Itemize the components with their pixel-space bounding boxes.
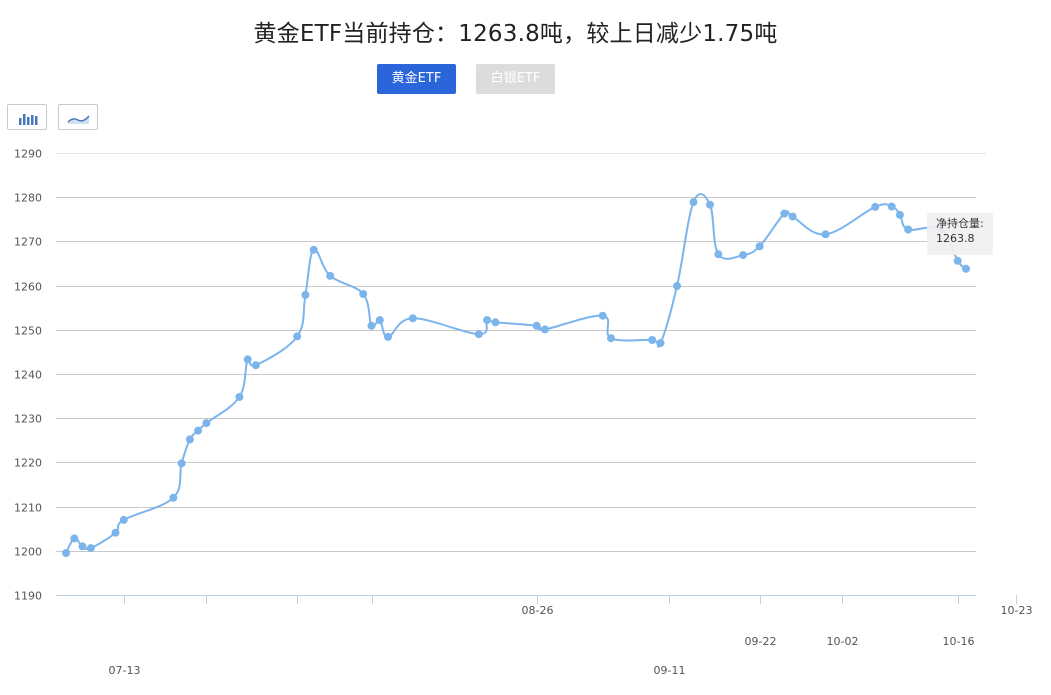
data-point [887,202,896,211]
data-point [656,339,665,348]
y-tick-label: 1270 [14,236,42,249]
data-point [235,393,244,401]
line-chart: 1190 1200 1210 1220 1230 1240 1250 1260 1270 1280… [14,148,1033,678]
data-point [309,245,318,254]
data-point [788,212,797,221]
data-point [251,361,260,370]
x-tick-label: 10-23 [1001,604,1033,617]
y-tick-label: 1200 [14,546,42,559]
data-point [871,202,880,211]
data-point [326,271,335,280]
data-point [62,549,70,557]
data-point [483,316,492,325]
data-point [953,256,962,265]
y-tick-label: 1280 [14,192,42,205]
y-tick-label: 1220 [14,457,42,470]
tooltip: 净持仓量: 1263.8 [927,213,993,255]
data-point [714,250,723,259]
data-point [904,225,913,234]
data-point [607,334,615,343]
data-point [780,209,789,218]
y-tick-label: 1230 [14,413,42,426]
y-tick-label: 1240 [14,369,42,382]
data-point [177,459,186,468]
data-point [111,528,120,537]
data-point [598,311,607,320]
y-tick-label: 1260 [14,281,42,294]
data-point [474,330,483,339]
data-point [202,419,211,428]
data-point [375,316,384,325]
y-tick-label: 1210 [14,502,42,515]
x-tick-label: 10-02 [827,635,859,648]
tooltip-value: 1263.8 [936,232,975,245]
data-point [86,544,95,553]
data-point [243,355,252,364]
x-tick-label: 09-22 [745,635,777,648]
series-line [65,192,967,554]
data-point [491,318,500,327]
data-point [185,435,194,444]
data-point [821,230,830,239]
data-point [540,325,549,334]
x-tick-label: 10-16 [943,635,975,648]
x-tick-label: 08-26 [522,604,554,617]
y-tick-label: 1250 [14,325,42,338]
data-point [689,198,698,207]
data-point [673,282,681,290]
data-point [169,493,178,502]
data-point [739,251,748,260]
data-point [895,210,904,219]
data-point [293,332,302,341]
y-tick-label: 1290 [14,148,42,161]
x-tick-label: 09-11 [654,664,686,677]
x-tick-label: 07-13 [109,664,141,677]
data-point [408,314,417,323]
data-point [359,290,368,298]
tooltip-label: 净持仓量: [936,217,984,230]
data-point [194,426,203,435]
data-point [532,321,541,330]
data-point [78,542,87,551]
data-point [706,200,714,209]
data-point [301,290,310,299]
data-point [755,242,764,251]
data-point [70,534,79,543]
data-point [384,332,392,341]
data-point [119,515,128,524]
y-tick-label: 1190 [14,590,42,603]
data-point [367,321,376,330]
data-point [648,336,657,344]
data-point [962,264,970,273]
